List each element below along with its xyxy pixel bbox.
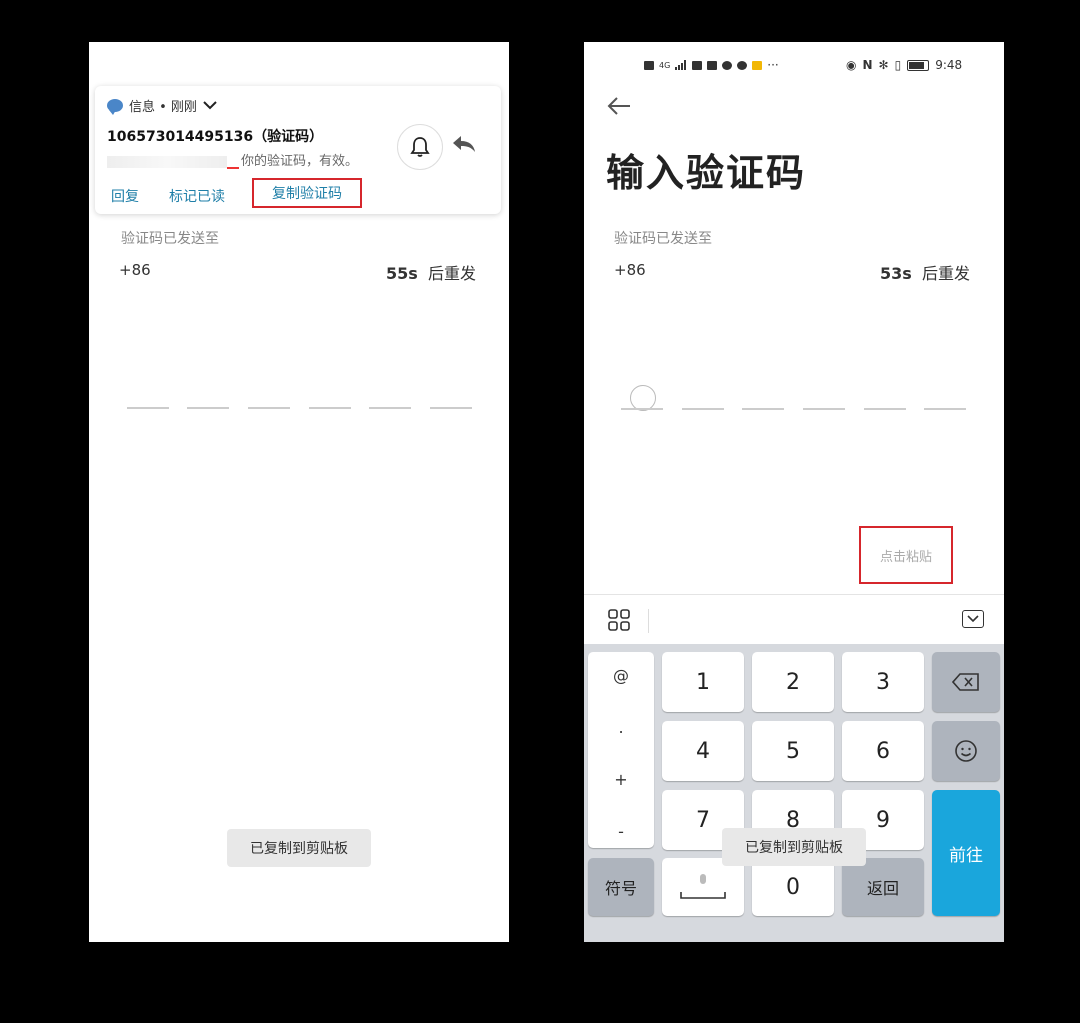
- space-key[interactable]: [662, 858, 744, 916]
- sent-to-label: 验证码已发送至: [121, 231, 219, 247]
- go-key[interactable]: 前往: [932, 790, 1000, 916]
- shield-icon: [722, 60, 733, 70]
- code-digit-slot[interactable]: [682, 408, 724, 410]
- reply-icon[interactable]: [451, 134, 477, 158]
- code-digit-slot[interactable]: [924, 408, 966, 410]
- key-0[interactable]: 0: [752, 858, 834, 916]
- country-code: +86: [119, 261, 151, 279]
- resend-countdown[interactable]: 53s 后重发: [880, 260, 970, 284]
- countdown-seconds: 55s: [386, 264, 418, 283]
- redacted-text: [107, 155, 227, 168]
- code-digit-slot[interactable]: [621, 408, 663, 410]
- toolbar-divider: [648, 609, 649, 633]
- bluetooth-icon: ✻: [878, 58, 889, 72]
- emoji-key[interactable]: [932, 721, 1000, 781]
- mail-icon: [692, 60, 703, 70]
- code-digit-slot[interactable]: [187, 407, 229, 409]
- nfc-icon: N: [862, 58, 873, 72]
- status-time: 9:48: [935, 58, 963, 72]
- return-key[interactable]: 返回: [842, 858, 924, 916]
- notification-app-header: 信息 • 刚刚: [107, 96, 217, 115]
- emoji-icon: [955, 740, 977, 762]
- redaction-mark: [227, 167, 239, 169]
- code-digit-slot[interactable]: [864, 408, 906, 410]
- symbol-key-dot[interactable]: .: [588, 718, 654, 737]
- message-bubble-icon: [107, 99, 123, 115]
- sent-to-label: 验证码已发送至: [614, 231, 712, 247]
- key-3[interactable]: 3: [842, 652, 924, 712]
- copy-code-action[interactable]: 复制验证码: [252, 178, 362, 208]
- code-digit-slot[interactable]: [309, 407, 351, 409]
- app-icon: [707, 60, 718, 70]
- key-4[interactable]: 4: [662, 721, 744, 781]
- eye-icon: ◉: [846, 58, 857, 72]
- symbol-key-at[interactable]: @: [588, 666, 654, 685]
- sms-notification[interactable]: 信息 • 刚刚 106573014495136（验证码） 你的验证码，有效。 回…: [95, 86, 501, 214]
- notification-sender: 106573014495136（验证码）: [107, 129, 324, 145]
- status-bar: 4G ··· ◉ N ✻ ▯ 9:48: [584, 42, 1004, 86]
- app-icon: [737, 60, 748, 70]
- keyboard-toolbar: [584, 594, 1004, 645]
- vibrate-icon: ▯: [894, 58, 902, 72]
- reply-action[interactable]: 回复: [111, 186, 139, 206]
- code-digit-slot[interactable]: [430, 407, 472, 409]
- chevron-down-icon[interactable]: [203, 99, 217, 113]
- resend-countdown[interactable]: 55s 后重发: [386, 260, 476, 284]
- notification-body: 你的验证码，有效。: [107, 150, 358, 169]
- symbol-mode-key[interactable]: 符号: [588, 858, 654, 916]
- code-digit-slot[interactable]: [742, 408, 784, 410]
- left-phone-screen: 信息 • 刚刚 106573014495136（验证码） 你的验证码，有效。 回…: [89, 42, 509, 942]
- key-1[interactable]: 1: [662, 652, 744, 712]
- code-digit-slot[interactable]: [369, 407, 411, 409]
- key-6[interactable]: 6: [842, 721, 924, 781]
- countdown-suffix: 后重发: [921, 264, 970, 283]
- bell-button[interactable]: [397, 124, 443, 170]
- symbol-column[interactable]: @ . + -: [588, 652, 654, 848]
- copied-toast: 已复制到剪贴板: [227, 829, 371, 867]
- right-phone-screen: 4G ··· ◉ N ✻ ▯ 9:48 输入验证码 验证码已发送至 +86 53…: [584, 42, 1004, 942]
- backspace-key[interactable]: [932, 652, 1000, 712]
- back-arrow-icon[interactable]: [606, 94, 632, 124]
- notification-icon: [752, 60, 763, 70]
- paste-tooltip[interactable]: 点击粘贴: [859, 526, 953, 584]
- bell-icon: [410, 137, 430, 157]
- copied-toast: 已复制到剪贴板: [722, 828, 866, 866]
- notification-body-text: 你的验证码，有效。: [241, 154, 359, 169]
- numeric-keyboard: @ . + - 1 2 3 4 5 6 7 8 9 前往 符号 0 返回: [584, 644, 1004, 942]
- status-left-icons: 4G ···: [644, 58, 779, 72]
- backspace-icon: [952, 673, 979, 691]
- hide-keyboard-icon[interactable]: [962, 610, 984, 628]
- hd-icon: [644, 60, 654, 70]
- apps-grid-icon[interactable]: [608, 609, 630, 631]
- symbol-key-minus[interactable]: -: [588, 822, 654, 841]
- countdown-suffix: 后重发: [427, 264, 476, 283]
- code-digit-slot[interactable]: [127, 407, 169, 409]
- mark-read-action[interactable]: 标记已读: [169, 186, 225, 206]
- page-title: 输入验证码: [606, 151, 807, 195]
- microphone-icon: [680, 874, 726, 899]
- country-code: +86: [614, 261, 646, 279]
- network-type: 4G: [659, 60, 671, 70]
- symbol-key-plus[interactable]: +: [588, 770, 654, 789]
- notification-actions: 回复 标记已读: [111, 186, 255, 206]
- more-icon: ···: [767, 58, 779, 72]
- countdown-seconds: 53s: [880, 264, 912, 283]
- key-5[interactable]: 5: [752, 721, 834, 781]
- key-2[interactable]: 2: [752, 652, 834, 712]
- code-digit-slot[interactable]: [248, 407, 290, 409]
- notification-app-label: 信息 • 刚刚: [129, 100, 197, 115]
- status-right-icons: ◉ N ✻ ▯ 9:48: [846, 58, 962, 72]
- signal-icon: [675, 60, 687, 70]
- code-digit-slot[interactable]: [803, 408, 845, 410]
- battery-icon: [907, 59, 930, 71]
